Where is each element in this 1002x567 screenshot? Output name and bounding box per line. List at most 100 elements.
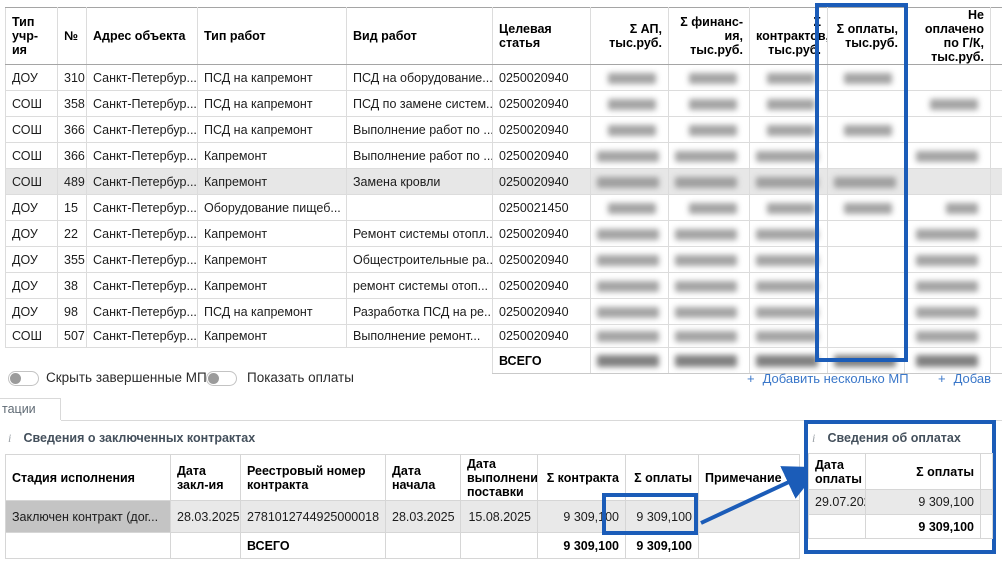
cell-sum-payments-redacted — [828, 325, 905, 348]
col-payment-sum[interactable]: Σ оплаты — [866, 454, 981, 490]
col-paid-sum[interactable]: Σ оплаты — [626, 455, 699, 501]
cell-sum-financing-redacted — [669, 273, 750, 299]
table-row[interactable]: ДОУ 38 Санкт-Петербур... Капремонт ремон… — [6, 273, 1002, 299]
table-row[interactable]: ДОУ 310 Санкт-Петербур... ПСД на капремо… — [6, 65, 1002, 91]
col-note[interactable]: Примечание — [699, 455, 800, 501]
table-row[interactable]: СОШ 489 Санкт-Петербур... Капремонт Заме… — [6, 169, 1002, 195]
total-sum-contracts-redacted — [750, 348, 828, 374]
cell-execution-stage-selected[interactable]: Заключен контракт (дог... — [6, 501, 171, 533]
cell-sum-payments-redacted — [828, 247, 905, 273]
cell-work-kind: Выполнение работ по ... — [347, 143, 493, 169]
contracts-total-contract-sum: 9 309,100 — [538, 533, 626, 559]
table-row[interactable]: СОШ 366 Санкт-Петербур... Капремонт Выпо… — [6, 143, 1002, 169]
total-sum-financing-redacted — [669, 348, 750, 374]
cell-sum-contracts-redacted — [750, 299, 828, 325]
add-several-mp-link[interactable]: +Добавить несколько МП — [747, 371, 909, 386]
table-row[interactable]: ДОУ 22 Санкт-Петербур... Капремонт Ремон… — [6, 221, 1002, 247]
cell-number: 98 — [58, 299, 87, 325]
cell-number: 366 — [58, 143, 87, 169]
table-row[interactable]: ДОУ 98 Санкт-Петербур... ПСД на капремон… — [6, 299, 1002, 325]
col-number[interactable]: № — [58, 8, 87, 65]
table-row[interactable]: ДОУ 355 Санкт-Петербур... Капремонт Обще… — [6, 247, 1002, 273]
cell-work-kind: Разработка ПСД на ре... — [347, 299, 493, 325]
cell-institution-type: СОШ — [6, 91, 58, 117]
total-sum-payments-redacted — [828, 348, 905, 374]
cell-sum-contracts-redacted — [750, 195, 828, 221]
cell-institution-type: ДОУ — [6, 299, 58, 325]
cell-address: Санкт-Петербур... — [87, 91, 198, 117]
hide-completed-toggle[interactable] — [8, 371, 39, 386]
table-row[interactable]: СОШ 507 Санкт-Петербур... Капремонт Выпо… — [6, 325, 1002, 348]
cell-sum-ap-redacted — [591, 273, 669, 299]
cell-sum-financing-redacted — [669, 143, 750, 169]
cell-work-type: Капремонт — [198, 325, 347, 348]
cell-target-article: 0250021450 — [493, 195, 591, 221]
cell-sum-ap-redacted — [591, 221, 669, 247]
col-contract-sum[interactable]: Σ контракта — [538, 455, 626, 501]
contract-row[interactable]: Заключен контракт (дог... 28.03.2025 278… — [6, 501, 800, 533]
payment-row[interactable]: 29.07.2025 9 309,100 — [809, 490, 993, 515]
col-work-type[interactable]: Тип работ — [198, 8, 347, 65]
col-sum-payments[interactable]: Σ оплаты, тыс.руб. — [828, 8, 905, 65]
col-start-date[interactable]: Дата начала — [386, 455, 461, 501]
cell-registry-number: 2781012744925000018 — [241, 501, 386, 533]
contracts-total-paid-sum: 9 309,100 — [626, 533, 699, 559]
cell-work-type: Капремонт — [198, 169, 347, 195]
empty-cell — [6, 533, 171, 559]
cell-number: 358 — [58, 91, 87, 117]
cell-work-kind — [347, 195, 493, 221]
col-address[interactable]: Адрес объекта — [87, 8, 198, 65]
cell-sum-financing-redacted — [669, 91, 750, 117]
table-row[interactable]: ДОУ 15 Санкт-Петербур... Оборудование пи… — [6, 195, 1002, 221]
col-sum-contracts[interactable]: Σ контрактов, тыс.руб. — [750, 8, 828, 65]
cell-address: Санкт-Петербур... — [87, 169, 198, 195]
cell-clipped — [991, 117, 1002, 143]
add-mp-link-clipped[interactable]: +Добав — [938, 371, 991, 386]
cell-sum-payments-redacted — [828, 117, 905, 143]
col-target-article[interactable]: Целевая статья — [493, 8, 591, 65]
cell-work-kind: ПСД на оборудование... — [347, 65, 493, 91]
payments-totals-row: 9 309,100 — [809, 515, 993, 539]
cell-sum-payments-redacted — [828, 91, 905, 117]
tab-locations-clipped[interactable]: тации — [0, 398, 61, 420]
cell-sum-financing-redacted — [669, 299, 750, 325]
cell-sum-contracts-redacted — [750, 117, 828, 143]
cell-note — [699, 501, 800, 533]
col-work-kind[interactable]: Вид работ — [347, 8, 493, 65]
show-payments-toggle[interactable] — [206, 371, 237, 386]
cell-sum-ap-redacted — [591, 247, 669, 273]
cell-start-date: 28.03.2025 — [386, 501, 461, 533]
cell-sum-financing-redacted — [669, 247, 750, 273]
col-signed-date[interactable]: Дата закл-ия — [171, 455, 241, 501]
col-delivery-date[interactable]: Дата выполнения поставки — [461, 455, 538, 501]
col-unpaid[interactable]: Не оплачено по Г/К, тыс.руб. — [905, 8, 991, 65]
col-sum-financing[interactable]: Σ финанс-ия, тыс.руб. — [669, 8, 750, 65]
table-row[interactable]: СОШ 366 Санкт-Петербур... ПСД на капремо… — [6, 117, 1002, 143]
payments-section-title: i Сведения об оплатах — [812, 431, 961, 446]
payments-table-header: Дата оплаты Σ оплаты — [809, 454, 993, 490]
cell-institution-type: СОШ — [6, 117, 58, 143]
cell-delivery-date: 15.08.2025 — [461, 501, 538, 533]
col-execution-stage[interactable]: Стадия исполнения — [6, 455, 171, 501]
col-institution-type[interactable]: Тип учр-ия — [6, 8, 58, 65]
cell-unpaid-redacted — [905, 299, 991, 325]
col-sum-ap[interactable]: Σ АП, тыс.руб. — [591, 8, 669, 65]
cell-sum-financing-redacted — [669, 65, 750, 91]
cell-unpaid-redacted — [905, 91, 991, 117]
empty-cell — [461, 533, 538, 559]
cell-sum-payments-redacted — [828, 169, 905, 195]
total-clipped — [991, 348, 1002, 374]
cell-sum-contracts-redacted — [750, 169, 828, 195]
col-registry-number[interactable]: Реестровый номер контракта — [241, 455, 386, 501]
cell-work-type: Капремонт — [198, 247, 347, 273]
cell-institution-type: ДОУ — [6, 247, 58, 273]
cell-sum-payments-redacted — [828, 299, 905, 325]
col-payment-date[interactable]: Дата оплаты — [809, 454, 866, 490]
table-row[interactable]: СОШ 358 Санкт-Петербур... ПСД на капремо… — [6, 91, 1002, 117]
cell-work-kind: ПСД по замене систем... — [347, 91, 493, 117]
cell-institution-type: ДОУ — [6, 195, 58, 221]
cell-unpaid-redacted — [905, 195, 991, 221]
cell-address: Санкт-Петербур... — [87, 299, 198, 325]
cell-sum-ap-redacted — [591, 117, 669, 143]
cell-sum-contracts-redacted — [750, 247, 828, 273]
